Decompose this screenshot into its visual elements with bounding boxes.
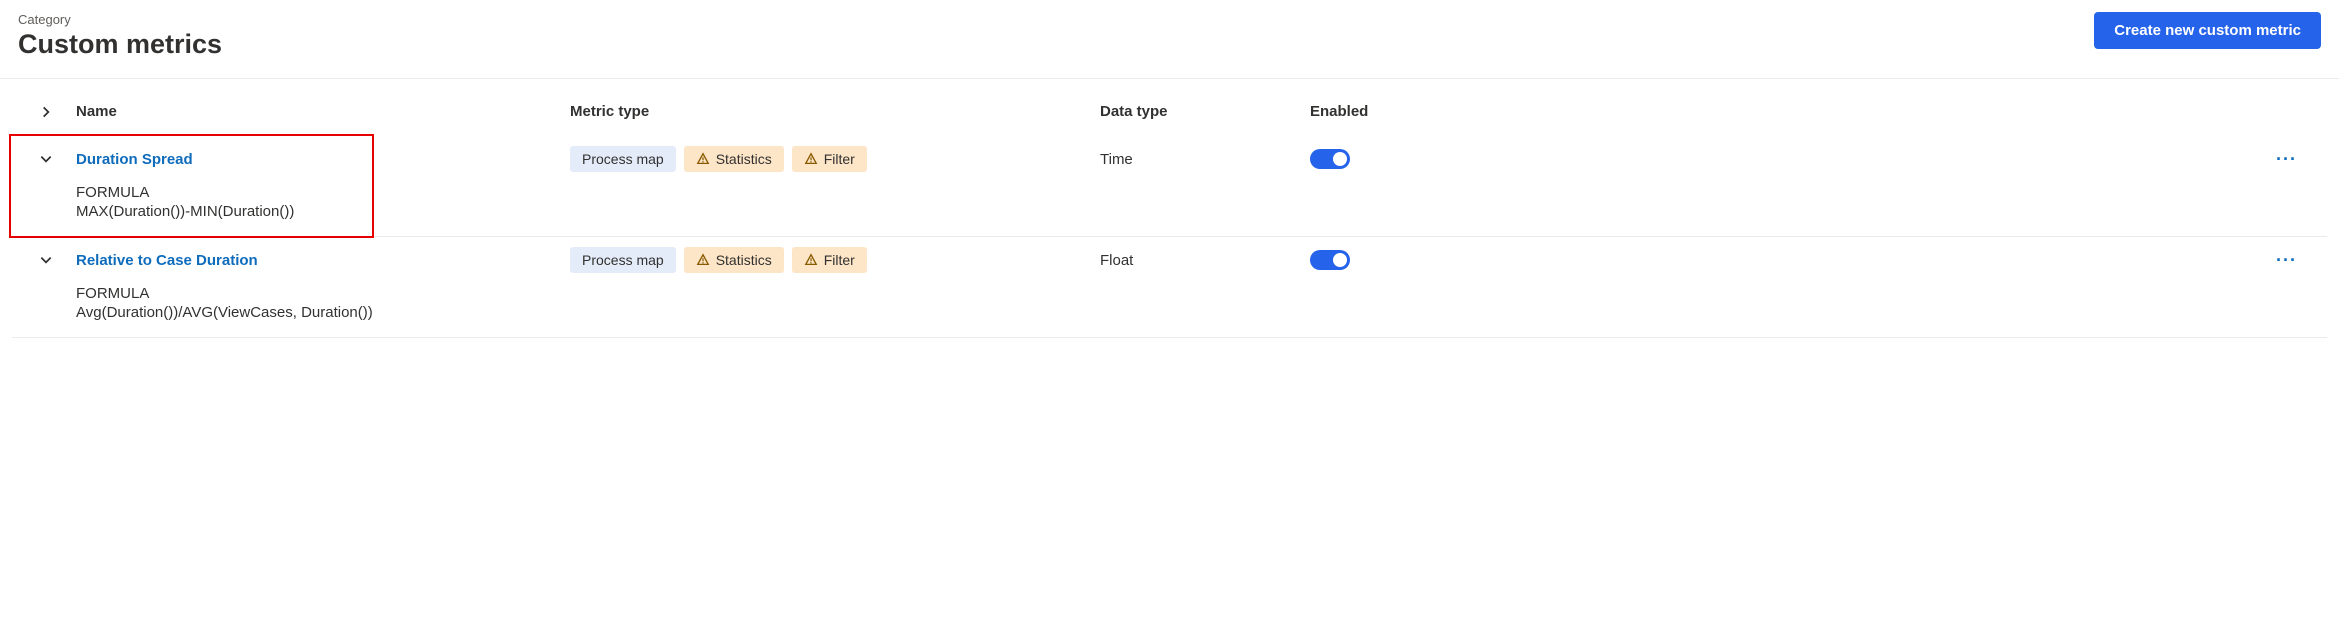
data-type-value: Time [1100, 151, 1133, 168]
warning-icon [804, 253, 818, 267]
badge-filter: Filter [792, 247, 867, 273]
chevron-down-icon[interactable] [39, 152, 53, 166]
expand-all-icon[interactable] [39, 105, 53, 119]
metric-row: Relative to Case Duration Process map St… [12, 237, 2327, 338]
more-actions-icon[interactable]: ··· [2276, 149, 2297, 170]
badge-filter: Filter [792, 146, 867, 172]
column-header-metric-type: Metric type [570, 103, 1100, 120]
enabled-toggle[interactable] [1310, 250, 1350, 270]
formula-label: FORMULA [76, 285, 2317, 302]
metric-row: Duration Spread Process map Statistics F… [12, 136, 2327, 237]
metric-name-link[interactable]: Relative to Case Duration [76, 252, 258, 269]
column-header-enabled: Enabled [1310, 103, 1500, 120]
badge-filter-label: Filter [824, 151, 855, 167]
page-title: Custom metrics [18, 29, 222, 60]
warning-icon [804, 152, 818, 166]
data-type-value: Float [1100, 252, 1133, 269]
badge-filter-label: Filter [824, 252, 855, 268]
create-new-custom-metric-button[interactable]: Create new custom metric [2094, 12, 2321, 49]
formula-text: MAX(Duration())-MIN(Duration()) [76, 203, 2317, 220]
chevron-down-icon[interactable] [39, 253, 53, 267]
category-label: Category [18, 12, 222, 27]
badge-statistics-label: Statistics [716, 252, 772, 268]
badge-statistics: Statistics [684, 146, 784, 172]
badge-process-map: Process map [570, 146, 676, 172]
badge-statistics: Statistics [684, 247, 784, 273]
warning-icon [696, 253, 710, 267]
badge-statistics-label: Statistics [716, 151, 772, 167]
column-header-name: Name [70, 103, 570, 120]
table-header: Name Metric type Data type Enabled [12, 79, 2327, 136]
more-actions-icon[interactable]: ··· [2276, 250, 2297, 271]
formula-label: FORMULA [76, 184, 2317, 201]
enabled-toggle[interactable] [1310, 149, 1350, 169]
formula-text: Avg(Duration())/AVG(ViewCases, Duration(… [76, 304, 2317, 321]
badge-process-map: Process map [570, 247, 676, 273]
warning-icon [696, 152, 710, 166]
column-header-data-type: Data type [1100, 103, 1310, 120]
metric-name-link[interactable]: Duration Spread [76, 151, 193, 168]
